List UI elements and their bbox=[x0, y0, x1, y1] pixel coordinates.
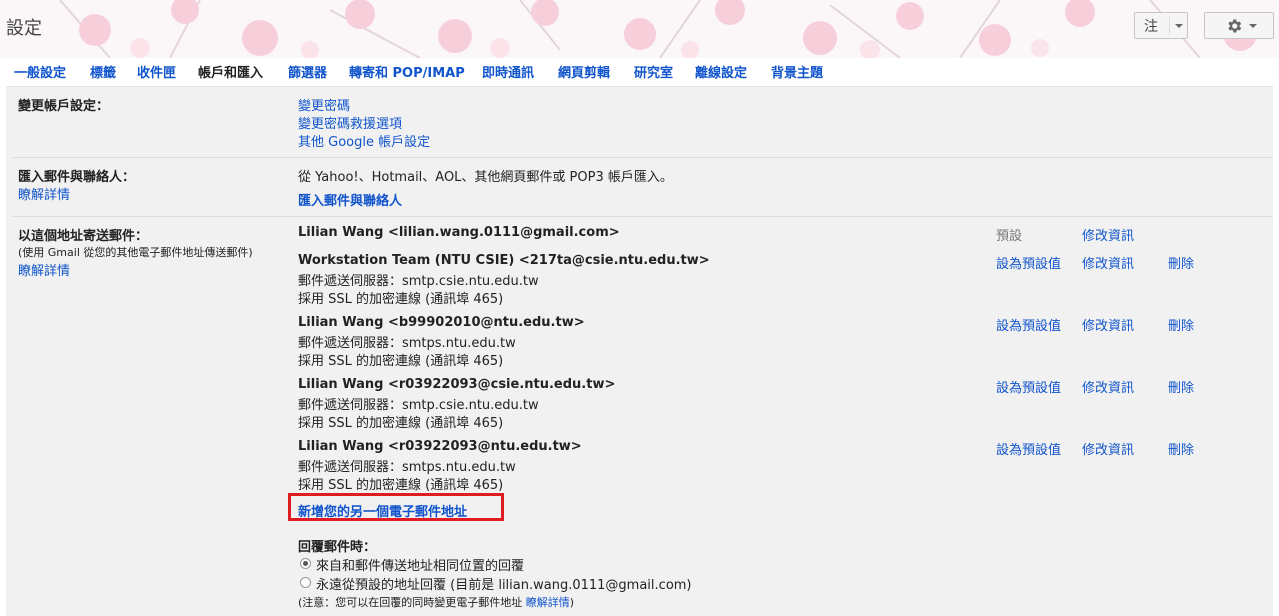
reply-label: 回覆郵件時： bbox=[298, 540, 377, 555]
send-as-label: 以這個地址寄送郵件： bbox=[18, 229, 149, 244]
reply-default-address-radio[interactable] bbox=[300, 577, 311, 588]
add-another-address-link[interactable]: 新增您的另一個電子郵件地址 bbox=[298, 501, 467, 520]
send-as-learn-more-link[interactable]: 瞭解詳情 bbox=[18, 260, 70, 279]
change-password-link[interactable]: 變更密碼 bbox=[298, 95, 350, 114]
tab-labels[interactable]: 標籤 bbox=[90, 62, 116, 81]
reply-same-address-radio[interactable] bbox=[300, 558, 311, 569]
ssl-info-text: 採用 SSL 的加密連線 (通訊埠 465) bbox=[298, 292, 504, 307]
tab-general[interactable]: 一般設定 bbox=[14, 62, 66, 81]
tab-chat[interactable]: 即時通訊 bbox=[482, 62, 534, 81]
delete-link[interactable]: 刪除 bbox=[1168, 439, 1194, 458]
send-as-address: Workstation Team (NTU CSIE) <217ta@csie.… bbox=[298, 253, 710, 268]
delete-link[interactable]: 刪除 bbox=[1168, 315, 1194, 334]
tab-forwarding-pop-imap[interactable]: 轉寄和 POP/IMAP bbox=[349, 62, 465, 81]
section-divider bbox=[12, 157, 1273, 158]
default-status: 預設 bbox=[996, 229, 1023, 244]
input-tools-button[interactable]: 注 bbox=[1134, 12, 1188, 39]
tab-filters[interactable]: 篩選器 bbox=[288, 62, 327, 81]
reply-default-address-label: 永遠從預設的地址回覆 (目前是 lilian.wang.0111@gmail.c… bbox=[316, 578, 692, 593]
reply-note-learn-more-link[interactable]: 瞭解詳情 bbox=[526, 596, 570, 609]
tab-inbox[interactable]: 收件匣 bbox=[137, 62, 176, 81]
tab-accounts-import[interactable]: 帳戶和匯入 bbox=[198, 62, 263, 81]
settings-menu-button[interactable] bbox=[1204, 12, 1274, 39]
settings-panel: 設定 注 一般設定 標籤 收件匣 帳戶和匯入 篩選器 轉寄和 POP/IMAP … bbox=[6, 0, 1274, 616]
edit-info-link[interactable]: 修改資訊 bbox=[1082, 439, 1134, 458]
ssl-info-text: 採用 SSL 的加密連線 (通訊埠 465) bbox=[298, 354, 504, 369]
reply-note: (注意：您可以在回覆的同時變更電子郵件地址 瞭解詳情) bbox=[298, 594, 574, 610]
send-as-address: Lilian Wang <r03922093@ntu.edu.tw> bbox=[298, 439, 582, 454]
dropdown-arrow-icon bbox=[1169, 17, 1170, 35]
reply-same-address-label: 來自和郵件傳送地址相同位置的回覆 bbox=[316, 559, 525, 574]
change-account-label: 變更帳戶設定： bbox=[18, 99, 110, 114]
edit-info-link[interactable]: 修改資訊 bbox=[1082, 225, 1134, 244]
google-account-settings-link[interactable]: 其他 Google 帳戶設定 bbox=[298, 131, 430, 150]
smtp-server-text: 郵件遞送伺服器：smtps.ntu.edu.tw bbox=[298, 336, 516, 351]
tab-themes[interactable]: 背景主題 bbox=[771, 62, 823, 81]
delete-link[interactable]: 刪除 bbox=[1168, 377, 1194, 396]
smtp-server-text: 郵件遞送伺服器：smtp.csie.ntu.edu.tw bbox=[298, 274, 539, 289]
tab-labs[interactable]: 研究室 bbox=[634, 62, 673, 81]
send-as-address: Lilian Wang <r03922093@csie.ntu.edu.tw> bbox=[298, 377, 616, 392]
send-as-sublabel: (使用 Gmail 從您的其他電子郵件地址傳送郵件) bbox=[18, 246, 253, 259]
chevron-down-icon bbox=[1175, 24, 1183, 28]
page-title: 設定 bbox=[6, 18, 42, 39]
import-description: 從 Yahoo!、Hotmail、AOL、其他網頁郵件或 POP3 帳戶匯入。 bbox=[298, 170, 673, 185]
settings-tabs: 一般設定 標籤 收件匣 帳戶和匯入 篩選器 轉寄和 POP/IMAP 即時通訊 … bbox=[6, 58, 1273, 87]
section-divider bbox=[12, 216, 1273, 217]
tab-offline[interactable]: 離線設定 bbox=[695, 62, 747, 81]
ssl-info-text: 採用 SSL 的加密連線 (通訊埠 465) bbox=[298, 416, 504, 431]
smtp-server-text: 郵件遞送伺服器：smtps.ntu.edu.tw bbox=[298, 460, 516, 475]
import-learn-more-link[interactable]: 瞭解詳情 bbox=[18, 184, 70, 203]
reply-note-end: ) bbox=[569, 596, 575, 609]
ssl-info-text: 採用 SSL 的加密連線 (通訊埠 465) bbox=[298, 478, 504, 493]
edit-info-link[interactable]: 修改資訊 bbox=[1082, 377, 1134, 396]
chevron-down-icon bbox=[1249, 24, 1257, 28]
input-tools-label: 注 bbox=[1144, 19, 1158, 35]
edit-info-link[interactable]: 修改資訊 bbox=[1082, 315, 1134, 334]
edit-info-link[interactable]: 修改資訊 bbox=[1082, 253, 1134, 272]
smtp-server-text: 郵件遞送伺服器：smtp.csie.ntu.edu.tw bbox=[298, 398, 539, 413]
make-default-link[interactable]: 設為預設值 bbox=[996, 377, 1061, 396]
reply-note-text: (注意：您可以在回覆的同時變更電子郵件地址 bbox=[298, 596, 526, 609]
settings-content: 變更帳戶設定： 變更密碼 變更密碼救援選項 其他 Google 帳戶設定 匯入郵… bbox=[6, 87, 1273, 616]
import-label: 匯入郵件與聯絡人： bbox=[18, 170, 136, 185]
delete-link[interactable]: 刪除 bbox=[1168, 253, 1194, 272]
gear-icon bbox=[1228, 19, 1242, 33]
send-as-address: Lilian Wang <b99902010@ntu.edu.tw> bbox=[298, 315, 585, 330]
change-recovery-link[interactable]: 變更密碼救援選項 bbox=[298, 113, 402, 132]
make-default-link[interactable]: 設為預設值 bbox=[996, 315, 1061, 334]
import-mail-contacts-link[interactable]: 匯入郵件與聯絡人 bbox=[298, 190, 402, 209]
make-default-link[interactable]: 設為預設值 bbox=[996, 253, 1061, 272]
tab-web-clips[interactable]: 網頁剪輯 bbox=[558, 62, 610, 81]
send-as-address: Lilian Wang <lilian.wang.0111@gmail.com> bbox=[298, 225, 620, 240]
make-default-link[interactable]: 設為預設值 bbox=[996, 439, 1061, 458]
